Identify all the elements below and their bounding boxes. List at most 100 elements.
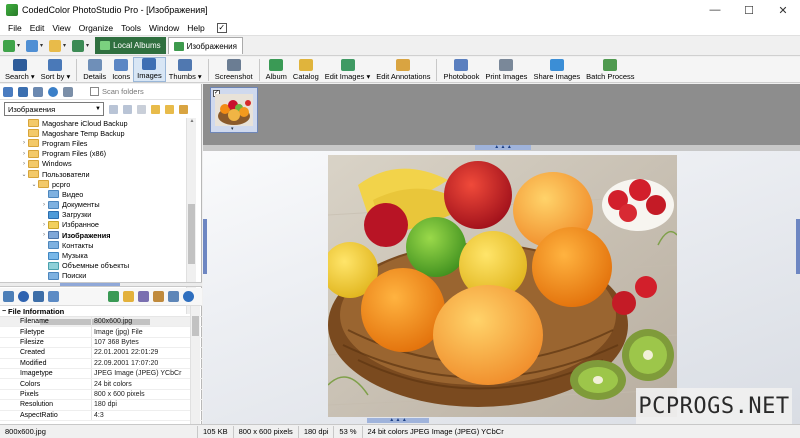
search-icon[interactable] [33,86,43,97]
tree-node[interactable]: ⌄ pcpro [0,179,186,189]
info-scrollbar[interactable] [190,306,200,424]
tab-images-folder[interactable]: Изображения [167,37,243,54]
delete-folder-icon[interactable] [179,104,188,114]
left-viewer-grip[interactable] [203,219,207,274]
tree-view-icon[interactable] [3,86,13,97]
thumbnail-strip: ✓ ▾ [203,84,800,145]
edit-pencil-icon[interactable] [123,291,134,302]
tree-node[interactable]: › Документы [0,200,186,210]
thumbs-button[interactable]: Thumbs ▾ [166,57,205,82]
menu-checkbox[interactable]: ✓ [216,22,227,33]
left-panel-splitter[interactable] [0,282,202,287]
folder-view-icon[interactable] [18,86,28,97]
exif-icon[interactable] [33,291,44,302]
new-folder-icon[interactable] [151,104,160,114]
thumbnail-dropdown-icon[interactable]: ▾ [231,126,234,132]
tree-expander-icon[interactable]: ⌄ [30,181,38,188]
strip-splitter-grip[interactable]: ▲ ▲ ▲ [475,145,531,150]
menu-view[interactable]: View [48,23,74,33]
menu-edit[interactable]: Edit [26,23,49,33]
tree-node[interactable]: Загрузки [0,210,186,220]
tree-node[interactable]: Контакты [0,240,186,250]
undo-icon[interactable] [183,291,194,302]
tree-node[interactable]: › Избранное [0,220,186,230]
calendar-icon[interactable] [63,86,73,97]
close-button[interactable]: ✕ [766,0,800,20]
folder-combo[interactable]: Изображения ▼ [4,102,104,116]
tree-node[interactable]: Видео [0,189,186,199]
tree-node[interactable]: Magoshare Temp Backup [0,128,186,138]
tree-expander-icon[interactable]: ⌄ [20,171,28,178]
tree-expander-icon[interactable]: › [40,232,48,238]
print-images-button[interactable]: Print Images [482,57,530,82]
menu-window[interactable]: Window [145,23,183,33]
tree-node[interactable]: Поиски [0,271,186,281]
save-dropdown[interactable]: ▾ [26,39,43,52]
scan-folders-toggle[interactable]: Scan folders [90,87,144,96]
edit-images-button[interactable]: Edit Images ▾ [322,57,373,82]
batch-process-button[interactable]: Batch Process [583,57,637,82]
new-dropdown[interactable]: ▾ [3,39,20,52]
minimize-button[interactable]: — [698,0,732,20]
file-info-header[interactable]: − File Information [0,306,202,317]
icons-button[interactable]: Icons [109,57,133,82]
tree-expander-icon[interactable]: › [40,222,48,228]
menu-tools[interactable]: Tools [117,23,145,33]
photobook-button[interactable]: Photobook [440,57,482,82]
info-value: 107 368 Bytes [94,338,139,346]
maximize-button[interactable]: ☐ [732,0,766,20]
tree-scroll-thumb[interactable] [188,204,195,264]
splitter-grip[interactable] [60,283,120,286]
share-images-button[interactable]: Share Images [530,57,583,82]
forward-arrow-icon[interactable] [123,104,132,114]
album-button[interactable]: Album [263,57,290,82]
info-icon[interactable] [18,291,29,302]
images-button[interactable]: Images [133,57,166,82]
export-icon[interactable] [108,291,119,302]
search-button[interactable]: Search ▾ [2,57,38,82]
tree-node[interactable]: › Program Files (x86) [0,149,186,159]
list-icon[interactable] [168,291,179,302]
tree-expander-icon[interactable]: › [20,151,28,157]
details-button[interactable]: Details [80,57,109,82]
tree-node[interactable]: › Windows [0,159,186,169]
tree-node[interactable]: › Изображения [0,230,186,240]
tab-local-albums[interactable]: Local Albums [95,37,166,54]
tree-expander-icon[interactable]: › [20,161,28,167]
tree-expander-icon[interactable]: › [40,202,48,208]
tree-node[interactable]: Magoshare iCloud Backup [0,118,186,128]
tree-node[interactable]: › Program Files [0,138,186,148]
view-dropdown[interactable]: ▾ [72,39,89,52]
image-info-icon[interactable] [3,291,14,302]
up-folder-icon[interactable] [137,104,146,114]
thumbnail-item[interactable]: ✓ ▾ [210,87,258,133]
histogram-icon[interactable] [48,291,59,302]
collapse-icon[interactable]: − [0,308,8,315]
gallery-icon[interactable] [138,291,149,302]
screenshot-button[interactable]: Screenshot [212,57,256,82]
scroll-up-icon[interactable]: ▲ [187,118,197,127]
scan-folders-checkbox[interactable] [90,87,99,96]
bottom-viewer-grip[interactable]: ▲ ▲ ▲ [367,418,429,423]
back-arrow-icon[interactable] [109,104,118,114]
info-scroll-thumb[interactable] [192,316,199,336]
tree-node[interactable]: Объемные объекты [0,261,186,271]
menu-file[interactable]: File [4,23,26,33]
catalog-button[interactable]: Catalog [290,57,322,82]
right-viewer-grip[interactable] [796,219,800,274]
title-bar: CodedColor PhotoStudio Pro - [Изображени… [0,0,800,20]
edit-annotations-button[interactable]: Edit Annotations [373,57,433,82]
tree-expander-icon[interactable]: › [20,140,28,146]
tree-node[interactable]: ⌄ Пользователи [0,169,186,179]
tags-icon[interactable] [153,291,164,302]
folder-icon [48,241,59,250]
menu-organize[interactable]: Organize [75,23,118,33]
sort-by-button[interactable]: Sort by ▾ [38,57,74,82]
open-folder-icon[interactable] [165,104,174,114]
history-icon[interactable] [48,86,58,97]
open-dropdown[interactable]: ▾ [49,39,66,52]
menu-help[interactable]: Help [183,23,208,33]
strip-splitter[interactable]: ▲ ▲ ▲ [203,145,800,151]
main-image[interactable] [328,155,677,417]
tree-node[interactable]: Музыка [0,250,186,260]
